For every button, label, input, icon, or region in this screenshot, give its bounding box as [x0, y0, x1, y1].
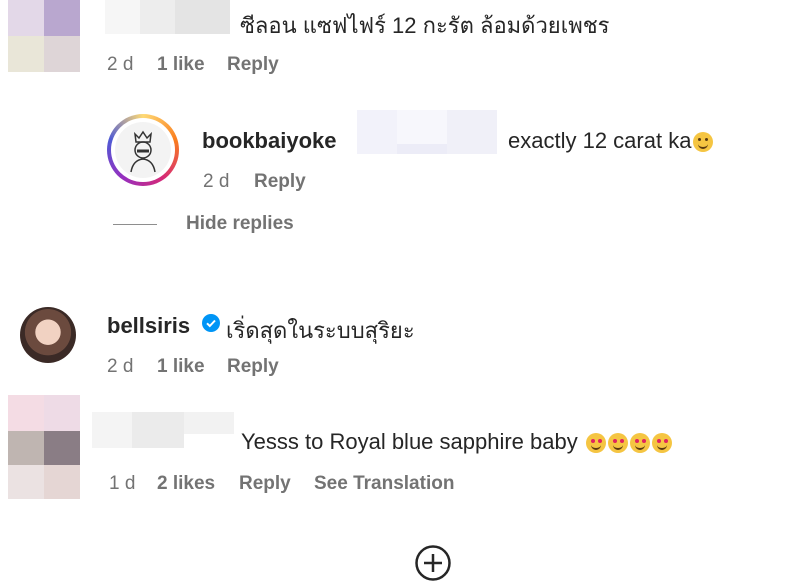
verified-badge-icon: [202, 314, 220, 332]
username[interactable]: bellsiris: [107, 313, 190, 339]
reply-text: exactly 12 carat ka: [508, 128, 714, 154]
reply-button[interactable]: Reply: [254, 171, 306, 193]
heart-eyes-emoji-icon: [629, 433, 650, 454]
like-count[interactable]: 2 likes: [157, 473, 215, 495]
reply-time: 2 d: [203, 171, 230, 192]
plus-circle-icon[interactable]: [414, 544, 452, 582]
comment-time: 1 d: [109, 473, 136, 494]
reply-text-content: exactly 12 carat ka: [508, 128, 692, 153]
comment-text: ซีลอน แซฟไฟร์ 12 กะรัต ล้อมด้วยเพชร: [240, 13, 610, 38]
blurred-mention[interactable]: [357, 110, 497, 154]
comment-time: 2 d: [107, 356, 134, 377]
hide-replies-button[interactable]: Hide replies: [186, 213, 294, 235]
reply-button[interactable]: Reply: [227, 356, 279, 378]
grinning-emoji-icon: [693, 132, 714, 153]
avatar[interactable]: [20, 307, 76, 363]
heart-eyes-emoji-icon: [607, 433, 628, 454]
reply-button[interactable]: Reply: [227, 54, 279, 76]
avatar[interactable]: [8, 0, 80, 72]
heart-eyes-emoji-icon: [585, 433, 606, 454]
like-count[interactable]: 1 like: [157, 356, 205, 378]
comment-text: เริ่ดสุดในระบบสุริยะ: [226, 318, 415, 343]
like-count[interactable]: 1 like: [157, 54, 205, 76]
avatar[interactable]: [107, 114, 179, 186]
see-translation-button[interactable]: See Translation: [314, 473, 454, 495]
username[interactable]: bookbaiyoke: [202, 128, 336, 154]
avatar[interactable]: [8, 395, 80, 499]
comment-text: Yesss to Royal blue sapphire baby: [241, 429, 672, 455]
divider-line: [113, 224, 157, 225]
heart-eyes-emoji-icon: [651, 433, 672, 454]
reply-button[interactable]: Reply: [239, 473, 291, 495]
blurred-username: [92, 412, 234, 448]
comment-time: 2 d: [107, 54, 134, 75]
blurred-username: [105, 0, 230, 34]
comment-text-content: Yesss to Royal blue sapphire baby: [241, 429, 578, 454]
